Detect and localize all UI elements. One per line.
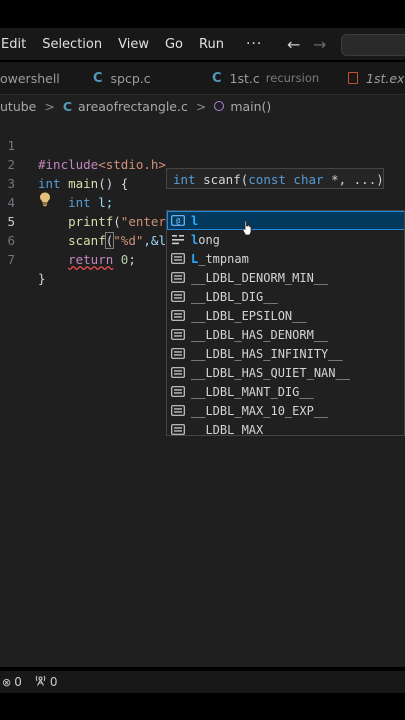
text-icon (171, 348, 185, 360)
problems-errors[interactable]: ⊗ 0 (2, 675, 22, 689)
suggestion-label: __LDBL_HAS_DENORM__ (191, 327, 329, 342)
suggestion-item[interactable]: __LDBL_DENORM_MIN__ (167, 268, 404, 287)
suggestion-item[interactable]: __LDBL_HAS_INFINITY__ (167, 344, 404, 363)
tab-label: spcp.c (110, 70, 151, 86)
tab-1st-exe[interactable]: 1st.exe (348, 62, 405, 94)
code-punct: } (38, 271, 46, 286)
breadcrumb-separator: > (195, 98, 207, 114)
menu-go[interactable]: Go (165, 37, 183, 52)
suggestion-label: __LDBL_DENORM_MIN__ (191, 270, 329, 285)
radio-tower-icon (34, 675, 47, 689)
text-icon (171, 291, 185, 303)
c-file-icon: C (212, 70, 222, 86)
suggestion-label: __LDBL_EPSILON__ (191, 308, 307, 323)
signature-param-rest: *, ...) (323, 172, 384, 187)
status-bar: ⊗ 0 0 (0, 671, 405, 693)
tab-label: owershell (0, 70, 60, 86)
code-line: 1 #include<stdio.h> (0, 117, 405, 172)
error-icon: ⊗ (2, 675, 12, 689)
c-file-icon: C (62, 98, 73, 114)
variable-icon: @ (171, 215, 185, 227)
signature-param-type: const char (248, 172, 324, 187)
error-count: 0 (14, 675, 22, 689)
suggestion-match: l (191, 213, 199, 228)
text-icon (171, 272, 185, 284)
line-number: 7 (7, 252, 15, 267)
suggestion-item[interactable]: __LDBL_EPSILON__ (167, 306, 404, 325)
suggestion-item[interactable]: __LDBL_DIG__ (167, 287, 404, 306)
screen: Edit Selection View Go Run ··· ← → owers… (0, 0, 405, 720)
video-letterbox-top (0, 0, 405, 28)
suggestion-label: ong (198, 232, 220, 247)
signature-function: scanf (203, 172, 241, 187)
mouse-pointer-icon (242, 220, 252, 236)
tab-label: 1st.c (229, 70, 260, 86)
suggestion-item[interactable]: __LDBL_HAS_DENORM__ (167, 325, 404, 344)
suggestion-label: __LDBL_MANT_DIG__ (191, 384, 314, 399)
breadcrumb-folder[interactable]: utube (0, 99, 36, 114)
suggestion-item[interactable]: __LDBL_HAS_QUIET_NAN__ (167, 363, 404, 382)
text-icon (171, 424, 185, 436)
breadcrumb: utube > C areaofrectangle.c > main() (0, 95, 405, 117)
symbol-method-icon (214, 101, 225, 111)
menu-edit[interactable]: Edit (1, 37, 26, 52)
suggestion-label: __LDBL_HAS_QUIET_NAN__ (191, 365, 350, 380)
suggestion-item[interactable]: __LDBL_MANT_DIG__ (167, 382, 404, 401)
suggestion-item[interactable]: __LDBL_MAX__ (167, 420, 404, 436)
breadcrumb-symbol[interactable]: main() (230, 99, 271, 114)
suggestion-label: __LDBL_DIG__ (191, 289, 278, 304)
tab-spcp-c[interactable]: C spcp.c (93, 62, 151, 94)
menu-selection[interactable]: Selection (42, 37, 102, 52)
text-icon (171, 253, 185, 265)
breadcrumb-file[interactable]: areaofrectangle.c (78, 99, 188, 114)
suggestion-item[interactable]: L_tmpnam (167, 249, 404, 268)
menu-view[interactable]: View (118, 37, 149, 52)
code-punct: ; (128, 252, 136, 267)
suggestion-label: __LDBL_HAS_INFINITY__ (191, 346, 343, 361)
lightbulb-icon[interactable] (38, 191, 52, 207)
back-arrow-icon[interactable]: ← (287, 35, 300, 54)
svg-text:@: @ (176, 216, 181, 225)
tab-powershell[interactable]: owershell (0, 62, 60, 94)
signature-help-popup: int scanf(const char *, ...) (166, 168, 384, 189)
ports-indicator[interactable]: 0 (34, 675, 58, 689)
tab-1st-c[interactable]: C 1st.c recursion (212, 62, 319, 94)
tab-description: recursion (265, 71, 320, 85)
tab-label: 1st.exe (366, 70, 405, 86)
c-file-icon: C (93, 70, 103, 86)
suggestion-label: __LDBL_MAX_10_EXP__ (191, 403, 329, 418)
suggestion-item-selected[interactable]: @ l (167, 211, 404, 230)
command-center-search[interactable] (341, 34, 405, 56)
text-icon (171, 367, 185, 379)
forward-arrow-icon[interactable]: → (313, 35, 326, 54)
binary-file-icon (348, 72, 358, 84)
signature-return-type: int (173, 172, 196, 187)
suggestion-item[interactable]: long (167, 230, 404, 249)
text-icon (171, 329, 185, 341)
suggestion-item[interactable]: __LDBL_MAX_10_EXP__ (167, 401, 404, 420)
suggestion-label: _tmpnam (198, 251, 249, 266)
video-letterbox-bottom (0, 697, 405, 720)
text-icon (171, 310, 185, 322)
menu-more-button[interactable]: ··· (246, 36, 262, 52)
text-icon (171, 405, 185, 417)
text-icon (171, 386, 185, 398)
breadcrumb-separator: > (44, 98, 55, 114)
keyword-icon (171, 234, 185, 246)
suggestion-label: __LDBL_MAX__ (191, 422, 278, 436)
code-line: 2 int main() { (0, 136, 405, 191)
tab-bar: owershell C spcp.c C 1st.c recursion 1st… (0, 62, 405, 95)
ports-count: 0 (49, 675, 58, 689)
menu-run[interactable]: Run (199, 37, 224, 52)
suggest-widget: @ l long L_tmpnam __LDBL_DENORM_MIN__ __… (166, 210, 405, 436)
return-keyword: return (68, 252, 114, 267)
